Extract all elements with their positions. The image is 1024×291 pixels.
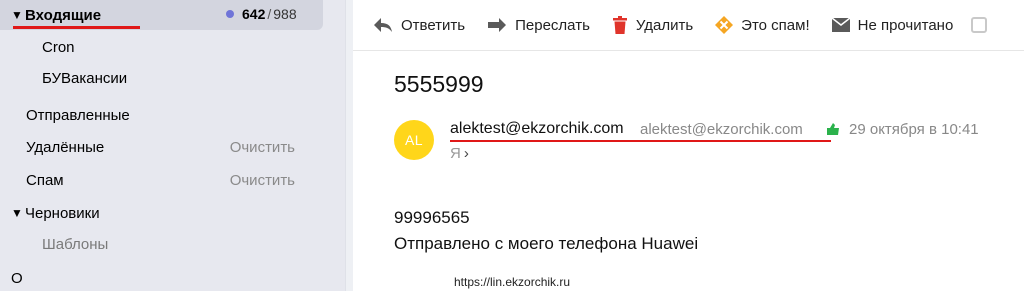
more-actions-icon[interactable] — [971, 17, 988, 33]
envelope-icon — [831, 18, 850, 32]
folder-drafts-label: Черновики — [25, 204, 100, 222]
recipient-name: Я — [450, 145, 461, 162]
forward-arrow-icon — [488, 18, 507, 32]
sender-email[interactable]: alektest@ekzorchik.com — [640, 121, 803, 138]
message-body-line: 99996565 — [394, 208, 470, 227]
folder-sidebar: ▼ Входящие 642 / 988 Cron БУВакансии Отп… — [0, 0, 345, 291]
pane-divider[interactable] — [345, 0, 353, 291]
folder-vacancies[interactable]: БУВакансии — [0, 63, 323, 93]
inbox-counter: 642 / 988 — [226, 6, 297, 22]
folder-deleted[interactable]: Удалённые Очистить — [0, 132, 323, 162]
folder-cron[interactable]: Cron — [0, 32, 323, 62]
folder-vacancies-label: БУВакансии — [42, 69, 128, 87]
message-toolbar: Ответить Переслать Удалить Это спам! Не … — [353, 0, 1024, 51]
verified-sender-icon[interactable] — [826, 122, 840, 136]
folder-partial-label[interactable]: О — [11, 270, 23, 287]
message-pane: Ответить Переслать Удалить Это спам! Не … — [353, 0, 1024, 291]
message-date: 29 октября в 10:41 — [849, 121, 979, 138]
reply-button-label: Ответить — [401, 16, 466, 34]
folder-templates-label: Шаблоны — [42, 235, 109, 253]
mark-unread-button-label: Не прочитано — [857, 16, 954, 34]
folder-drafts[interactable]: ▼ Черновики — [0, 198, 323, 228]
folder-deleted-label: Удалённые — [26, 138, 105, 156]
folder-cron-label: Cron — [42, 38, 75, 56]
counter-separator: / — [267, 6, 272, 22]
folder-inbox-label: Входящие — [25, 6, 102, 24]
collapse-triangle-icon[interactable]: ▼ — [11, 8, 25, 22]
inbox-unread-count: 642 — [242, 6, 266, 22]
spam-button-label: Это спам! — [741, 16, 810, 34]
watermark-url: https://lin.ekzorchik.ru — [454, 275, 571, 289]
chevron-right-icon[interactable]: › — [464, 145, 469, 162]
clear-deleted-button[interactable]: Очистить — [230, 139, 295, 156]
trash-icon — [612, 16, 627, 34]
clear-spam-button[interactable]: Очистить — [230, 172, 295, 189]
sender-avatar[interactable]: AL — [394, 120, 434, 160]
unread-dot-icon[interactable] — [226, 10, 234, 18]
message-body-line: Отправлено с моего телефона Huawei — [394, 234, 699, 253]
message-subject: 5555999 — [394, 71, 484, 97]
folder-templates[interactable]: Шаблоны — [0, 229, 323, 259]
spam-button[interactable]: Это спам! — [715, 10, 810, 40]
folder-sent[interactable]: Отправленные — [0, 100, 323, 130]
reply-arrow-icon — [374, 18, 392, 32]
delete-button-label: Удалить — [635, 16, 694, 34]
folder-sent-label: Отправленные — [26, 106, 130, 124]
sender-name[interactable]: alektest@ekzorchik.com — [450, 120, 624, 138]
spam-warning-icon — [715, 16, 734, 34]
folder-spam[interactable]: Спам Очистить — [0, 165, 323, 195]
collapse-triangle-icon[interactable]: ▼ — [11, 206, 25, 220]
recipient-line[interactable]: Я › — [450, 145, 469, 162]
inbox-annotation-underline — [13, 26, 140, 29]
inbox-total-count: 988 — [273, 6, 297, 22]
mark-unread-button[interactable]: Не прочитано — [831, 10, 954, 40]
forward-button[interactable]: Переслать — [487, 10, 590, 40]
forward-button-label: Переслать — [515, 16, 590, 34]
folder-spam-label: Спам — [26, 171, 64, 189]
reply-button[interactable]: Ответить — [373, 10, 465, 40]
sender-annotation-underline — [450, 140, 831, 142]
delete-button[interactable]: Удалить — [612, 10, 693, 40]
